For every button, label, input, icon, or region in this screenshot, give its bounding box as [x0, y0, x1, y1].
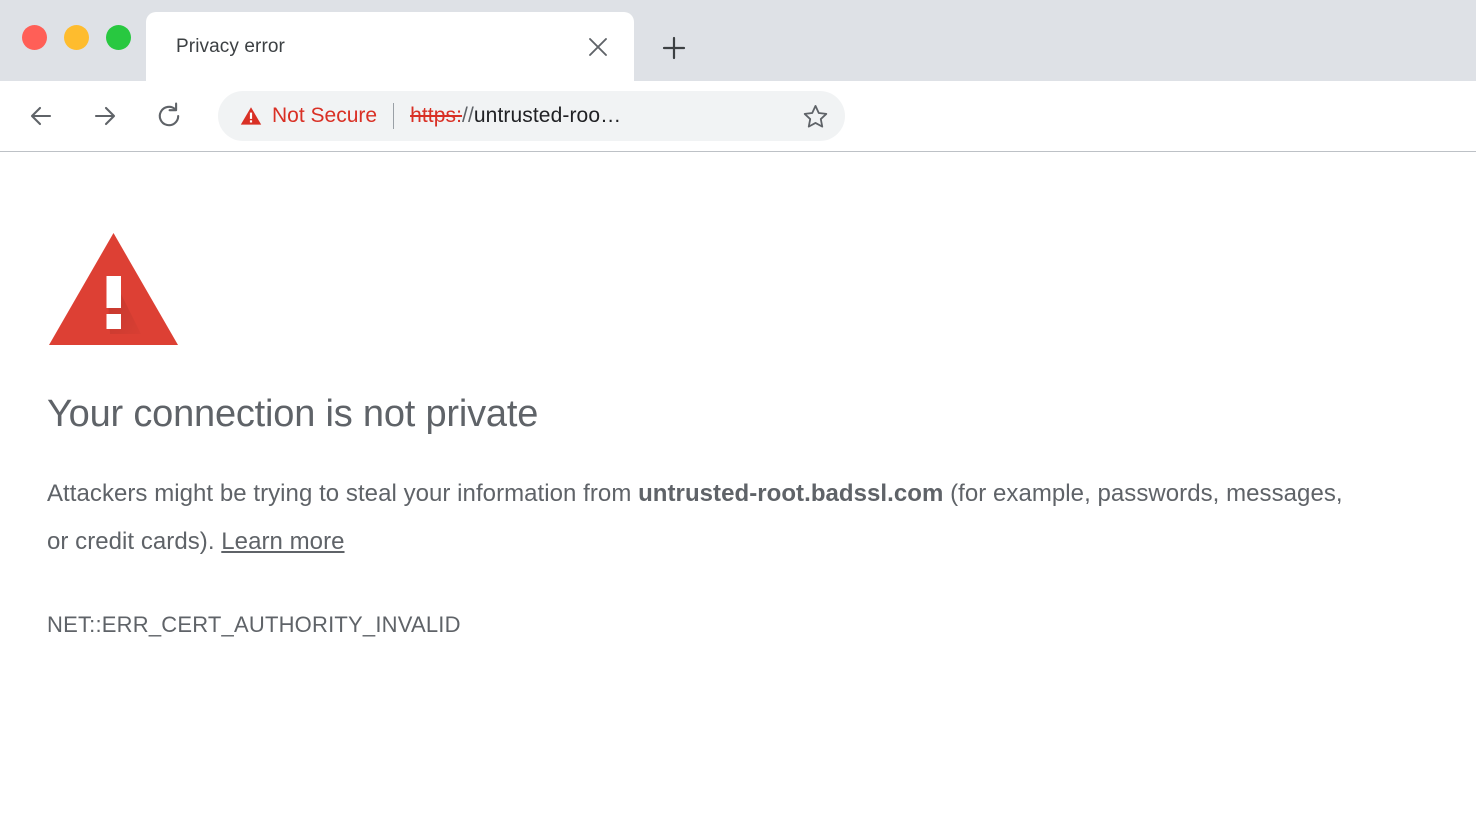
- security-status[interactable]: Not Secure: [240, 104, 377, 128]
- forward-button[interactable]: [84, 95, 126, 137]
- address-bar[interactable]: Not Secure https://untrusted-roo…: [218, 91, 845, 141]
- description-domain: untrusted-root.badssl.com: [638, 479, 944, 507]
- reload-icon: [158, 102, 180, 127]
- security-status-label: Not Secure: [272, 104, 378, 127]
- reload-button[interactable]: [148, 95, 190, 137]
- url-host: untrusted-roo…: [473, 104, 622, 127]
- window-close-button[interactable]: [22, 25, 47, 50]
- interstitial-content: Your connection is not private Attackers…: [47, 230, 1426, 638]
- arrow-right-icon: [94, 106, 116, 126]
- error-code: NET::ERR_CERT_AUTHORITY_INVALID: [47, 611, 461, 637]
- tab-strip: Privacy error: [0, 0, 1476, 81]
- plus-icon: [662, 36, 686, 60]
- bookmark-star-icon[interactable]: [793, 94, 837, 138]
- warning-triangle-icon-large: [47, 230, 1426, 348]
- new-tab-button[interactable]: [650, 24, 698, 72]
- tab-privacy-error[interactable]: Privacy error: [146, 12, 634, 81]
- url-scheme: https:: [410, 104, 463, 127]
- tab-title: Privacy error: [176, 35, 285, 57]
- back-button[interactable]: [20, 95, 62, 137]
- window-traffic-lights: [22, 25, 131, 50]
- browser-toolbar: Not Secure https://untrusted-roo…: [0, 81, 1476, 152]
- window-minimize-button[interactable]: [64, 25, 89, 50]
- browser-window: Privacy error Not Secure https://untrust…: [0, 0, 1476, 814]
- url-slashes: //: [462, 104, 474, 127]
- arrow-left-icon: [30, 106, 52, 126]
- interstitial-page: Your connection is not private Attackers…: [0, 152, 1476, 814]
- page-description: Attackers might be trying to steal your …: [47, 470, 1357, 566]
- learn-more-link[interactable]: Learn more: [221, 528, 344, 555]
- warning-triangle-icon: [240, 107, 262, 125]
- omnibox-divider: [393, 103, 395, 129]
- window-zoom-button[interactable]: [106, 25, 131, 50]
- url-text: https://untrusted-roo…: [410, 104, 789, 128]
- page-title: Your connection is not private: [47, 393, 539, 435]
- description-prefix: Attackers might be trying to steal your …: [47, 479, 639, 507]
- close-icon[interactable]: [578, 27, 618, 67]
